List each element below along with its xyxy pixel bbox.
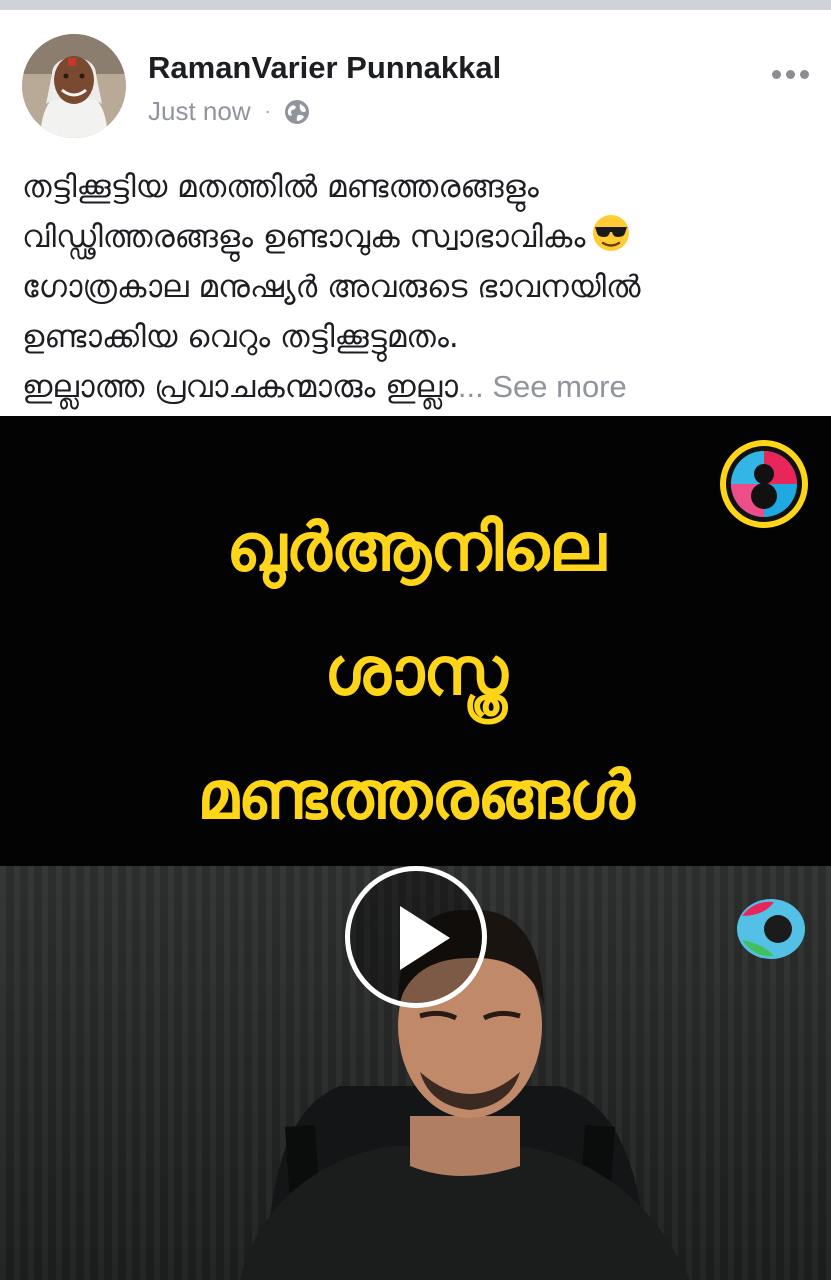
post-text-segment: വിഡ്ഢിത്തരങ്ങളും ഉണ്ടാവുക സ്വാഭാവികം bbox=[22, 219, 586, 255]
video-player[interactable]: ഖുർആനിലെ ശാസ്ത്ര മണ്ടത്തരങ്ങൾ bbox=[0, 416, 831, 1280]
see-more-link[interactable]: See more bbox=[484, 369, 626, 404]
video-title-line: ശാസ്ത്ര bbox=[324, 633, 508, 710]
post-text-line: ഉണ്ടാക്കിയ വെറും തട്ടിക്കൂട്ടുമതം. bbox=[22, 319, 459, 355]
video-title-line: മണ്ടത്തരങ്ങൾ bbox=[197, 757, 634, 834]
post-text: തട്ടിക്കൂട്ടിയ മതത്തിൽ മണ്ടത്തരങ്ങളും വി… bbox=[22, 162, 812, 412]
video-title-overlay: ഖുർആനിലെ ശാസ്ത്ര മണ്ടത്തരങ്ങൾ bbox=[0, 486, 831, 858]
post-header: RamanVarier Punnakkal Just now · bbox=[0, 10, 831, 140]
post-meta: Just now · bbox=[148, 96, 311, 127]
channel-watermark-icon bbox=[737, 899, 805, 959]
meta-separator: · bbox=[264, 101, 271, 121]
post-text-line: വിഡ്ഢിത്തരങ്ങളും ഉണ്ടാവുക സ്വാഭാവികം bbox=[22, 212, 812, 262]
post-text-line: ഇല്ലാത്ത പ്രവാചകന്മാരും ഇല്ലാ... See mor… bbox=[22, 362, 812, 412]
more-options-icon[interactable] bbox=[772, 70, 809, 79]
video-title-card: ഖുർആനിലെ ശാസ്ത്ര മണ്ടത്തരങ്ങൾ bbox=[0, 416, 831, 866]
ellipsis: ... bbox=[457, 369, 484, 404]
post-timestamp[interactable]: Just now bbox=[148, 96, 251, 127]
globe-icon[interactable] bbox=[283, 98, 311, 126]
post-text-line: തട്ടിക്കൂട്ടിയ മതത്തിൽ മണ്ടത്തരങ്ങളും bbox=[22, 169, 539, 205]
sunglasses-emoji-icon bbox=[593, 215, 630, 251]
play-icon bbox=[400, 906, 450, 970]
avatar[interactable] bbox=[22, 34, 126, 138]
post-text-line: ഗോത്രകാല മനുഷ്യർ അവരുടെ ഭാവനയിൽ bbox=[22, 269, 641, 305]
author-name[interactable]: RamanVarier Punnakkal bbox=[148, 50, 501, 86]
post-text-segment: ഇല്ലാത്ത പ്രവാചകന്മാരും ഇല്ലാ bbox=[22, 369, 458, 405]
channel-logo-icon bbox=[720, 440, 808, 528]
feed-divider bbox=[0, 0, 831, 10]
video-title-line: ഖുർആനിലെ bbox=[226, 509, 605, 586]
play-button[interactable] bbox=[345, 866, 487, 1008]
